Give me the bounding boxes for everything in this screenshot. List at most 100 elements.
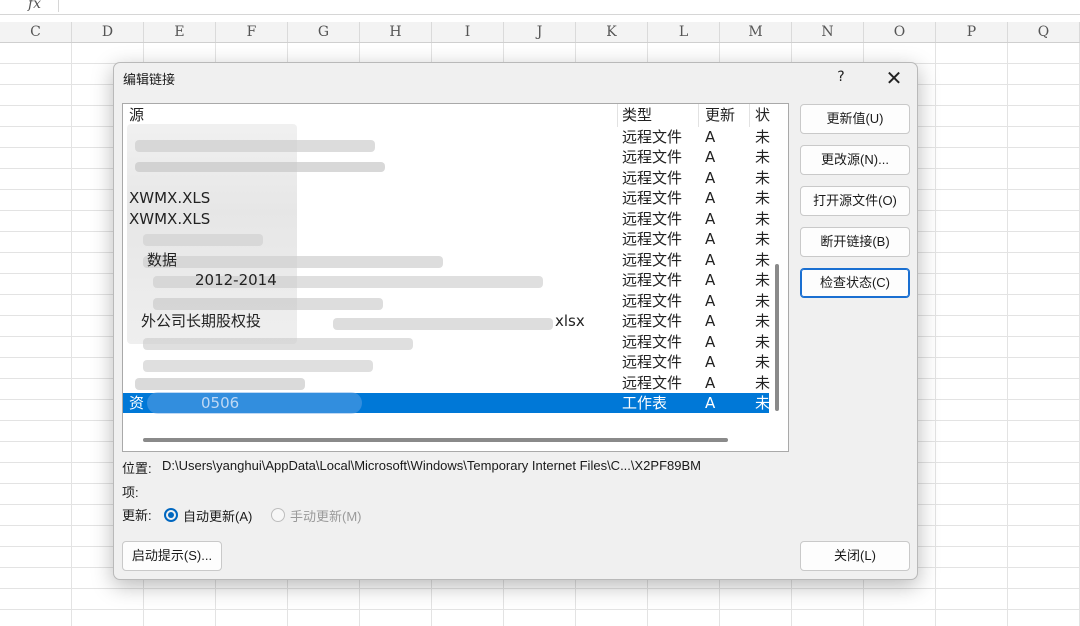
column-header-n[interactable]: N	[792, 22, 864, 42]
link-row[interactable]: 远程文件 A 未	[123, 127, 770, 147]
open-source-button[interactable]: 打开源文件(O)	[800, 186, 910, 216]
column-header-i[interactable]: I	[432, 22, 504, 42]
links-list[interactable]: 源 类型 更新 状 远程文件 A 未 远程文件 A 未 远程文件 A 未 XWM…	[122, 103, 789, 452]
check-status-button[interactable]: 检查状态(C)	[800, 268, 910, 298]
link-source-extension: xlsx	[555, 312, 585, 330]
column-header-d[interactable]: D	[72, 22, 144, 42]
link-type: 远程文件	[622, 210, 683, 228]
close-icon[interactable]: ✕	[882, 66, 906, 90]
link-type: 远程文件	[622, 128, 683, 146]
link-status: 未	[755, 292, 771, 310]
item-label: 项:	[122, 485, 139, 500]
help-button[interactable]: ?	[832, 69, 850, 87]
header-type[interactable]: 类型	[622, 104, 698, 125]
link-row[interactable]: 远程文件 A 未	[123, 168, 770, 188]
link-update: A	[705, 169, 716, 187]
link-update: A	[705, 251, 716, 269]
update-label: 更新:	[122, 508, 152, 523]
column-header-p[interactable]: P	[936, 22, 1008, 42]
link-update: A	[705, 292, 716, 310]
column-header-f[interactable]: F	[216, 22, 288, 42]
header-divider[interactable]	[617, 104, 618, 127]
header-divider[interactable]	[698, 104, 699, 127]
link-update: A	[705, 374, 716, 392]
link-row[interactable]: 远程文件 A 未	[123, 147, 771, 167]
header-update[interactable]: 更新	[705, 104, 745, 125]
link-status: 未	[755, 333, 771, 351]
header-status[interactable]: 状	[755, 104, 771, 125]
location-label: 位置:	[122, 461, 152, 476]
link-row[interactable]: 远程文件 A 未	[123, 352, 771, 372]
link-status: 未	[755, 148, 771, 166]
link-type: 远程文件	[622, 312, 683, 330]
column-header-g[interactable]: G	[288, 22, 360, 42]
header-source[interactable]: 源	[129, 104, 614, 125]
link-status: 未	[755, 312, 771, 330]
link-status: 未	[755, 189, 771, 207]
link-update: A	[705, 148, 716, 166]
formula-input[interactable]	[58, 0, 1080, 12]
link-row[interactable]: 远程文件 A 未	[123, 291, 771, 311]
link-update: A	[705, 394, 716, 412]
column-headers: C D E F G H I J K L M N O P Q	[0, 22, 1080, 43]
update-values-button[interactable]: 更新值(U)	[800, 104, 910, 134]
link-status: 未	[755, 353, 771, 371]
formula-bar: fx	[0, 0, 1080, 15]
manual-update-label[interactable]: 手动更新(M)	[290, 506, 362, 525]
link-source: 数据	[147, 251, 178, 269]
link-update: A	[705, 333, 716, 351]
break-link-button[interactable]: 断开链接(B)	[800, 227, 910, 257]
link-update: A	[705, 271, 716, 289]
column-header-q[interactable]: Q	[1008, 22, 1080, 42]
manual-update-radio[interactable]	[271, 508, 285, 522]
link-update: A	[705, 312, 716, 330]
link-update: A	[705, 353, 716, 371]
location-value: D:\Users\yanghui\AppData\Local\Microsoft…	[162, 458, 701, 473]
dialog-title: 编辑链接	[123, 72, 176, 87]
auto-update-radio[interactable]	[164, 508, 178, 522]
link-row[interactable]: 远程文件 A 未	[123, 229, 771, 249]
link-status: 未	[755, 374, 771, 392]
link-source: XWMX.XLS	[129, 210, 211, 228]
column-header-o[interactable]: O	[864, 22, 936, 42]
link-row[interactable]: XWMX.XLS 远程文件 A 未	[123, 209, 771, 229]
link-status: 未	[755, 230, 771, 248]
link-type: 远程文件	[622, 251, 683, 269]
link-type: 远程文件	[622, 271, 683, 289]
column-header-k[interactable]: K	[576, 22, 648, 42]
link-row[interactable]: 2012-2014 远程文件 A 未	[123, 270, 770, 290]
link-type: 远程文件	[622, 189, 683, 207]
link-update: A	[705, 210, 716, 228]
link-row[interactable]: 远程文件 A 未	[123, 373, 771, 393]
link-row[interactable]: XWMX.XLS 远程文件 A 未	[123, 188, 771, 208]
column-header-l[interactable]: L	[648, 22, 720, 42]
link-type: 远程文件	[622, 353, 683, 371]
auto-update-label[interactable]: 自动更新(A)	[183, 506, 252, 525]
header-divider[interactable]	[749, 104, 750, 127]
change-source-button[interactable]: 更改源(N)...	[800, 145, 910, 175]
vertical-scrollbar[interactable]	[775, 264, 779, 411]
link-update: A	[705, 128, 716, 146]
link-status: 未	[755, 210, 771, 228]
horizontal-scrollbar[interactable]	[143, 438, 728, 442]
link-status: 未	[755, 394, 771, 412]
close-button[interactable]: 关闭(L)	[800, 541, 910, 571]
column-header-m[interactable]: M	[720, 22, 792, 42]
column-header-h[interactable]: H	[360, 22, 432, 42]
link-source: 外公司长期股权投	[141, 312, 262, 330]
link-row[interactable]: 外公司长期股权投 xlsx 远程文件 A 未	[123, 311, 771, 331]
column-header-c[interactable]: C	[0, 22, 72, 42]
link-source: XWMX.XLS	[129, 189, 211, 207]
link-source: 2012-2014	[195, 271, 277, 289]
link-update: A	[705, 189, 716, 207]
link-row[interactable]: 数据 远程文件 A 未	[123, 250, 770, 270]
column-header-e[interactable]: E	[144, 22, 216, 42]
link-type: 远程文件	[622, 292, 683, 310]
link-row[interactable]: 远程文件 A 未	[123, 332, 771, 352]
edit-links-dialog: 编辑链接 ? ✕ 源 类型 更新 状 远程文件 A 未 远程文件 A 未 远程文…	[113, 62, 918, 580]
startup-prompt-button[interactable]: 启动提示(S)...	[122, 541, 222, 571]
function-icon[interactable]: fx	[28, 0, 41, 12]
column-header-j[interactable]: J	[504, 22, 576, 42]
link-update: A	[705, 230, 716, 248]
link-type: 远程文件	[622, 169, 683, 187]
